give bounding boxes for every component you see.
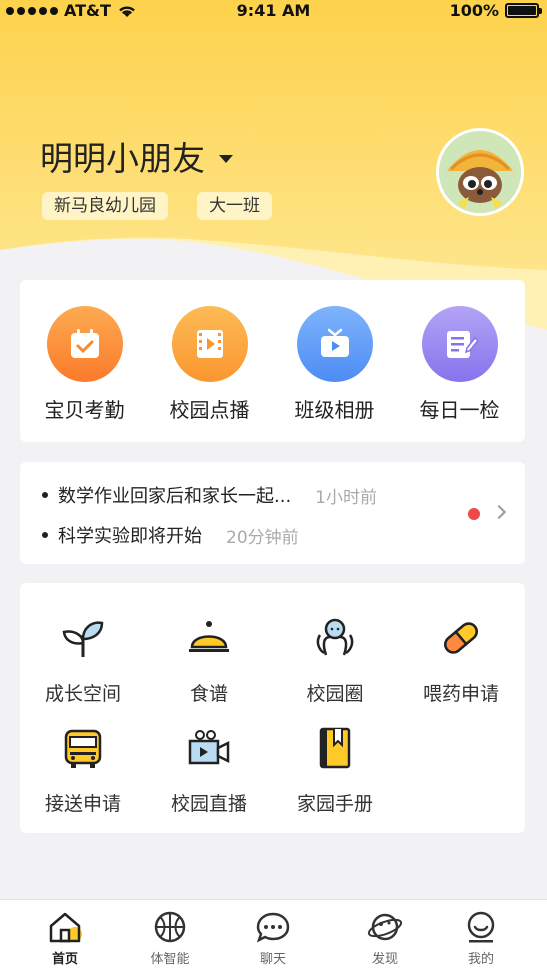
video-camera-icon — [146, 723, 272, 773]
services-card: 成长空间 食谱 校园圈 喂药申请 接送申请 校园直播 家园手册 — [20, 583, 525, 833]
handbook-icon — [272, 723, 398, 773]
child-selector[interactable]: 明明小朋友 — [40, 132, 233, 180]
avatar[interactable] — [436, 128, 524, 216]
tab-me[interactable]: 我的 — [436, 908, 526, 967]
notice-time: 1小时前 — [315, 487, 377, 508]
quick-actions-card: 宝贝考勤 校园点播 班级相册 每日一检 — [20, 280, 525, 442]
planet-icon — [340, 908, 430, 946]
quick-action-class-album[interactable]: 班级相册 — [272, 306, 397, 423]
tab-label: 聊天 — [259, 952, 286, 967]
tab-label: 我的 — [467, 952, 494, 967]
service-handbook[interactable]: 家园手册 — [272, 723, 398, 816]
service-medicine-request[interactable]: 喂药申请 — [398, 613, 524, 706]
tab-label: 首页 — [51, 952, 78, 967]
film-play-icon — [171, 306, 248, 382]
quick-action-label: 校园点播 — [169, 398, 250, 422]
profile-icon — [436, 908, 526, 946]
service-growth-space[interactable]: 成长空间 — [20, 613, 146, 706]
school-bus-icon — [20, 723, 146, 773]
tab-fitness[interactable]: 体智能 — [125, 908, 215, 967]
service-label: 家园手册 — [296, 793, 373, 815]
food-cloche-icon — [146, 613, 272, 663]
service-label: 校园直播 — [170, 793, 247, 815]
service-pickup-request[interactable]: 接送申请 — [20, 723, 146, 816]
tab-home[interactable]: 首页 — [20, 908, 110, 967]
service-campus-circle[interactable]: 校园圈 — [272, 613, 398, 706]
people-circle-icon — [272, 613, 398, 663]
battery-icon — [505, 3, 542, 18]
quick-action-daily-check[interactable]: 每日一检 — [397, 306, 522, 423]
sprout-icon — [20, 613, 146, 663]
service-label: 成长空间 — [44, 683, 121, 705]
unread-dot — [468, 508, 480, 520]
service-recipes[interactable]: 食谱 — [146, 613, 272, 706]
bullet — [42, 492, 48, 498]
note-edit-icon — [421, 306, 498, 382]
quick-action-campus-vod[interactable]: 校园点播 — [147, 306, 272, 423]
school-chip: 新马良幼儿园 — [42, 192, 168, 220]
tv-play-icon — [296, 306, 373, 382]
child-name: 明明小朋友 — [40, 139, 205, 178]
pill-icon — [398, 613, 524, 663]
tab-label: 发现 — [371, 952, 398, 967]
notice-item[interactable]: 科学实验即将开始 20分钟前 — [42, 522, 299, 548]
home-icon — [20, 908, 110, 946]
quick-action-label: 班级相册 — [294, 398, 375, 422]
tab-bar: 首页 体智能 聊天 发现 我的 — [0, 899, 547, 969]
notice-item[interactable]: 数学作业回家后和家长一起... 1小时前 — [42, 482, 377, 508]
service-label: 校园圈 — [306, 683, 364, 705]
quick-action-label: 宝贝考勤 — [44, 398, 125, 422]
quick-action-attendance[interactable]: 宝贝考勤 — [22, 306, 147, 423]
bullet — [42, 532, 48, 538]
tab-discover[interactable]: 发现 — [340, 908, 430, 967]
notice-text: 科学实验即将开始 — [58, 526, 202, 547]
tab-chat[interactable]: 聊天 — [228, 908, 318, 967]
calendar-check-icon — [46, 306, 123, 382]
battery-percent: 100% — [449, 1, 499, 20]
quick-action-label: 每日一检 — [419, 398, 500, 422]
caret-down-icon — [219, 155, 233, 163]
service-label: 喂药申请 — [422, 683, 499, 705]
notice-time: 20分钟前 — [226, 527, 299, 548]
service-campus-live[interactable]: 校园直播 — [146, 723, 272, 816]
chevron-right-icon[interactable] — [491, 504, 507, 520]
tab-label: 体智能 — [150, 952, 190, 967]
service-label: 食谱 — [189, 683, 228, 705]
notice-text: 数学作业回家后和家长一起... — [58, 486, 292, 507]
class-chip: 大一班 — [197, 192, 272, 220]
basketball-icon — [125, 908, 215, 946]
chat-bubble-icon — [228, 908, 318, 946]
notice-card[interactable]: 数学作业回家后和家长一起... 1小时前 科学实验即将开始 20分钟前 — [20, 462, 525, 564]
service-label: 接送申请 — [44, 793, 121, 815]
status-bar: AT&T 9:41 AM 100% — [0, 0, 547, 22]
